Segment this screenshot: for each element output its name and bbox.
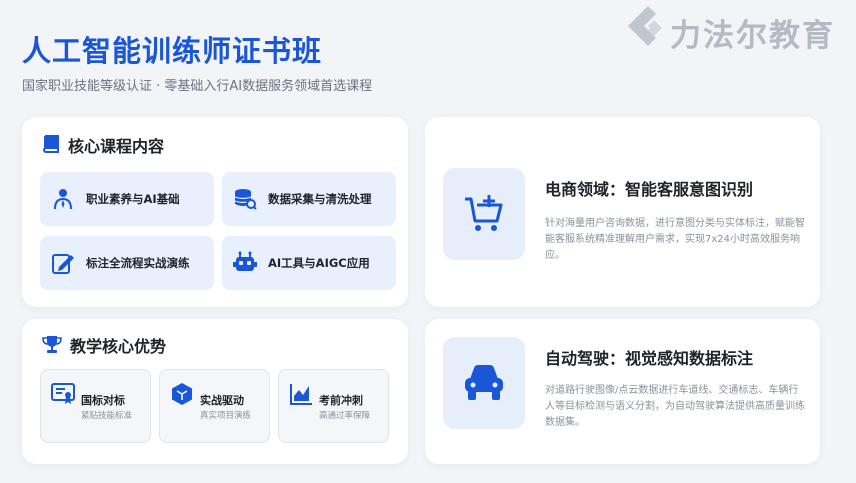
domain-title: 自动驾驶：视觉感知数据标注 <box>545 349 754 368</box>
advantage-desc: 紧贴技能标准 <box>81 411 133 421</box>
course-item-label: 职业素养与AI基础 <box>86 192 180 206</box>
cube-icon <box>170 382 194 406</box>
course-item-annotation: 标注全流程实战演练 <box>40 236 214 290</box>
course-heading: 核心课程内容 <box>42 133 164 157</box>
domain-icon-box <box>443 168 525 260</box>
advantages-card: 教学核心优势 国标对标 紧贴技能标准 实战驱动 真实项目演练 考前冲刺 高通过率… <box>22 319 408 464</box>
course-item-basics: 职业素养与AI基础 <box>40 172 214 226</box>
book-icon <box>43 135 59 153</box>
domain-card-ecommerce: 电商领域：智能客服意图识别 针对海量用户咨询数据，进行意图分类与实体标注，赋能智… <box>425 117 820 307</box>
course-item-label: 标注全流程实战演练 <box>86 256 190 270</box>
page-title: 人工智能训练师证书班 <box>22 34 323 68</box>
advantage-standard: 国标对标 紧贴技能标准 <box>40 369 151 443</box>
logo-text: 力法尔教育 <box>670 18 835 54</box>
advantage-title: 实战驱动 <box>200 394 244 407</box>
course-item-label: AI工具与AIGC应用 <box>268 256 370 270</box>
domain-desc: 对道路行驶图像/点云数据进行车道线、交通标志、车辆行人等目标检测与语义分割，为自… <box>545 385 805 428</box>
domain-title: 电商领域：智能客服意图识别 <box>545 180 754 199</box>
course-heading-text: 核心课程内容 <box>68 137 165 156</box>
advantage-desc: 真实项目演练 <box>200 411 252 421</box>
person-tie-icon <box>50 186 76 212</box>
domain-desc: 针对海量用户咨询数据，进行意图分类与实体标注，赋能智能客服系统精准理解用户需求，… <box>545 218 805 261</box>
advantage-title: 考前冲刺 <box>319 394 363 407</box>
advantage-desc: 高通过率保障 <box>319 411 371 421</box>
certificate-icon <box>51 382 75 406</box>
car-icon <box>465 365 503 400</box>
robot-icon <box>232 250 258 276</box>
advantages-heading-text: 教学核心优势 <box>70 337 167 356</box>
chart-icon <box>289 382 313 406</box>
database-search-icon <box>232 186 258 212</box>
chevron-logo-icon <box>628 6 662 46</box>
advantage-title: 国标对标 <box>81 394 125 407</box>
advantage-sprint: 考前冲刺 高通过率保障 <box>278 369 389 443</box>
edit-pencil-icon <box>50 250 76 276</box>
course-item-data: 数据采集与清洗处理 <box>222 172 396 226</box>
trophy-icon <box>42 336 62 353</box>
advantages-heading: 教学核心优势 <box>42 333 166 357</box>
advantage-practice: 实战驱动 真实项目演练 <box>159 369 270 443</box>
domain-card-autodrive: 自动驾驶：视觉感知数据标注 对道路行驶图像/点云数据进行车道线、交通标志、车辆行… <box>425 319 820 464</box>
domain-icon-box <box>443 337 525 429</box>
page-subtitle: 国家职业技能等级认证 · 零基础入行AI数据服务领域首选课程 <box>22 79 373 94</box>
brand-logo: 力法尔教育 <box>622 4 852 54</box>
course-item-aigc: AI工具与AIGC应用 <box>222 236 396 290</box>
cart-add-icon <box>465 195 503 231</box>
course-item-label: 数据采集与清洗处理 <box>268 192 372 206</box>
course-card: 核心课程内容 职业素养与AI基础 数据采集与清洗处理 标注全流程实战演练 AI工… <box>22 117 408 307</box>
